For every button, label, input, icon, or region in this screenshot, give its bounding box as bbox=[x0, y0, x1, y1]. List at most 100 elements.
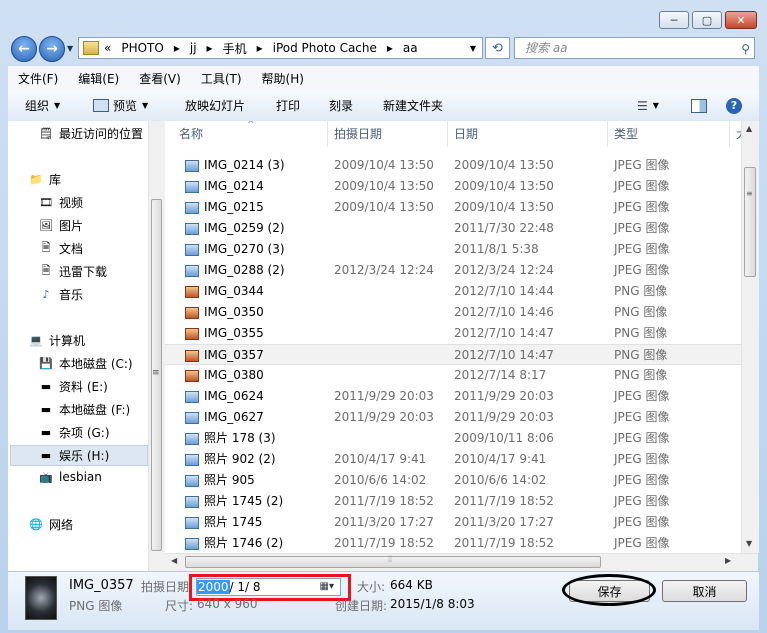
file-list-vertical-scrollbar[interactable]: ▲ ≡ ▼ bbox=[741, 121, 759, 553]
file-row[interactable]: 照片 905 2010/6/6 14:02 2010/6/6 14:02 JPEG 图… bbox=[165, 470, 741, 491]
menu-view[interactable]: 查看(V) bbox=[129, 70, 191, 87]
file-row[interactable]: IMG_0270 (3) 2011/8/1 5:38 JPEG 图像 bbox=[165, 239, 741, 260]
file-row[interactable]: IMG_0355 2012/7/10 14:47 PNG 图像 bbox=[165, 323, 741, 344]
file-row[interactable]: IMG_0288 (2) 2012/3/24 12:24 2012/3/24 12:… bbox=[165, 260, 741, 281]
cancel-button[interactable]: 取消 bbox=[662, 580, 747, 602]
preview-pane-button[interactable] bbox=[691, 98, 707, 113]
column-header-date[interactable]: 日期 bbox=[448, 121, 608, 147]
menu-tools[interactable]: 工具(T) bbox=[191, 70, 252, 87]
search-input[interactable]: 搜索 aa ⚲ bbox=[514, 37, 755, 59]
menu-help[interactable]: 帮助(H) bbox=[252, 70, 314, 87]
breadcrumb-separator[interactable]: ▸ bbox=[174, 41, 180, 55]
address-bar[interactable]: « PHOTO ▸ jj ▸ 手机 ▸ iPod Photo Cache ▸ a… bbox=[78, 37, 483, 59]
organize-button[interactable]: 组织 ▼ bbox=[25, 97, 60, 114]
breadcrumb-phone[interactable]: 手机 bbox=[223, 40, 247, 57]
help-button[interactable]: ? bbox=[726, 97, 742, 114]
address-dropdown-icon[interactable]: ▼ bbox=[470, 44, 476, 53]
view-options-button[interactable]: ☰ ▼ bbox=[637, 99, 659, 113]
burn-button[interactable]: 刻录 bbox=[329, 97, 353, 114]
recent-pages-dropdown[interactable]: ▼ bbox=[67, 44, 73, 53]
nav-lesbian[interactable]: 📺 lesbian bbox=[38, 470, 102, 484]
date-cell: 2012/7/10 14:44 bbox=[454, 284, 554, 298]
file-row[interactable]: 照片 1745 (2) 2011/7/19 18:52 2011/7/19 18:5… bbox=[165, 491, 741, 512]
column-header-date-taken[interactable]: 拍摄日期 bbox=[328, 121, 448, 147]
file-list-scroll-thumb[interactable] bbox=[744, 167, 756, 277]
nav-drive-e[interactable]: ▬ 资料 (E:) bbox=[38, 378, 108, 395]
nav-documents[interactable]: 🗎 文档 bbox=[38, 240, 83, 257]
print-button[interactable]: 打印 bbox=[276, 97, 300, 114]
breadcrumb-separator[interactable]: ▸ bbox=[207, 41, 213, 55]
forward-button[interactable]: → bbox=[39, 36, 65, 62]
search-icon[interactable]: ⚲ bbox=[741, 39, 750, 59]
file-row[interactable]: IMG_0214 2009/10/4 13:50 2009/10/4 13:50 JP… bbox=[165, 176, 741, 197]
breadcrumb-separator[interactable]: ▸ bbox=[257, 41, 263, 55]
type-cell: JPEG 图像 bbox=[614, 200, 670, 214]
maximize-button[interactable]: ▢ bbox=[692, 11, 722, 29]
scroll-right-icon[interactable]: ▶ bbox=[725, 556, 731, 565]
nav-videos[interactable]: 🎞 视频 bbox=[38, 194, 83, 211]
nav-thunder-downloads[interactable]: 🗎 迅雷下载 bbox=[38, 263, 107, 280]
column-header-type[interactable]: 类型 bbox=[608, 121, 730, 147]
scroll-up-icon[interactable]: ▲ bbox=[746, 124, 752, 133]
date-cell: 2012/7/10 14:46 bbox=[454, 305, 554, 319]
breadcrumb-jj[interactable]: jj bbox=[190, 41, 197, 55]
documents-icon: 🗎 bbox=[41, 241, 51, 254]
menu-file[interactable]: 文件(F) bbox=[8, 70, 68, 87]
file-row[interactable]: 照片 1745 2011/3/20 17:27 2011/3/20 17:27 JPE… bbox=[165, 512, 741, 533]
nav-libraries[interactable]: 📁 库 bbox=[28, 171, 61, 188]
back-button[interactable]: ← bbox=[11, 36, 37, 62]
file-name-cell: IMG_0344 bbox=[185, 281, 264, 302]
created-date-label: 创建日期: bbox=[335, 599, 388, 613]
menu-edit[interactable]: 编辑(E) bbox=[68, 70, 129, 87]
file-list-horizontal-scrollbar[interactable]: ◀ ⦙⦙ ▶ bbox=[165, 553, 758, 571]
breadcrumb-overflow[interactable]: « bbox=[104, 41, 111, 55]
new-folder-button[interactable]: 新建文件夹 bbox=[383, 97, 443, 114]
type-cell: JPEG 图像 bbox=[614, 389, 670, 403]
breadcrumb-ipod-photo-cache[interactable]: iPod Photo Cache bbox=[273, 41, 377, 55]
nav-recent-places[interactable]: 🗒 最近访问的位置 bbox=[38, 125, 143, 142]
nav-drive-f[interactable]: ▬ 本地磁盘 (F:) bbox=[38, 401, 130, 418]
column-header-size[interactable]: 大 bbox=[730, 121, 741, 147]
file-row[interactable]: IMG_0350 2012/7/10 14:46 PNG 图像 bbox=[165, 302, 741, 323]
file-row[interactable]: IMG_0624 2011/9/29 20:03 2011/9/29 20:03 JP… bbox=[165, 386, 741, 407]
file-row[interactable]: IMG_0344 2012/7/10 14:44 PNG 图像 bbox=[165, 281, 741, 302]
breadcrumb-separator[interactable]: ▸ bbox=[387, 41, 393, 55]
type-cell: JPEG 图像 bbox=[614, 410, 670, 424]
jpeg-image-icon bbox=[185, 180, 199, 193]
horizontal-scroll-thumb[interactable] bbox=[185, 556, 601, 568]
file-name-cell: IMG_0627 bbox=[185, 407, 264, 428]
nav-drive-h[interactable]: ▬ 娱乐 (H:) bbox=[10, 445, 148, 466]
date-cell: 2009/10/4 13:50 bbox=[454, 179, 554, 193]
breadcrumb-aa[interactable]: aa bbox=[403, 41, 418, 55]
nav-drive-c[interactable]: 💾 本地磁盘 (C:) bbox=[38, 355, 132, 372]
refresh-button[interactable]: ⟲ bbox=[485, 37, 510, 59]
scroll-down-icon[interactable]: ▼ bbox=[746, 539, 752, 548]
breadcrumb-photo[interactable]: PHOTO bbox=[121, 41, 163, 55]
file-row[interactable]: 照片 902 (2) 2010/4/17 9:41 2010/4/17 9:41 JP… bbox=[165, 449, 741, 470]
date-taken-cell: 2011/7/19 18:52 bbox=[334, 536, 434, 550]
file-row[interactable]: IMG_0380 2012/7/14 8:17 PNG 图像 bbox=[165, 365, 741, 386]
computer-icon: 💻 bbox=[29, 334, 43, 347]
scroll-left-icon[interactable]: ◀ bbox=[171, 556, 177, 565]
nav-network[interactable]: 🌐 网络 bbox=[28, 516, 73, 533]
file-row[interactable]: 照片 1746 (2) 2011/7/19 18:52 2011/7/19 18:5… bbox=[165, 533, 741, 553]
close-button[interactable]: ✕ bbox=[725, 11, 757, 29]
slideshow-button[interactable]: 放映幻灯片 bbox=[185, 97, 245, 114]
column-header-name[interactable]: 名称 ^ bbox=[165, 121, 328, 147]
nav-computer[interactable]: 💻 计算机 bbox=[28, 332, 85, 349]
nav-music[interactable]: ♪ 音乐 bbox=[38, 286, 83, 303]
navigation-pane-scrollbar[interactable]: ≡ bbox=[148, 121, 165, 571]
file-row[interactable]: IMG_0215 2009/10/4 13:50 2009/10/4 13:50 JP… bbox=[165, 197, 741, 218]
nav-pictures[interactable]: 🖼 图片 bbox=[38, 217, 83, 234]
file-row[interactable]: IMG_0214 (3) 2009/10/4 13:50 2009/10/4 13:… bbox=[165, 155, 741, 176]
minimize-button[interactable]: ─ bbox=[659, 11, 689, 29]
file-name-cell: 照片 902 (2) bbox=[185, 449, 276, 470]
file-row[interactable]: IMG_0259 (2) 2011/7/30 22:48 JPEG 图像 bbox=[165, 218, 741, 239]
nav-drive-g[interactable]: ▬ 杂项 (G:) bbox=[38, 424, 110, 441]
file-row[interactable]: IMG_0357 2012/7/10 14:47 PNG 图像 bbox=[165, 344, 741, 365]
file-row[interactable]: 照片 178 (3) 2009/10/11 8:06 JPEG 图像 bbox=[165, 428, 741, 449]
file-row[interactable]: IMG_0627 2011/9/29 20:03 2011/9/29 20:03 JP… bbox=[165, 407, 741, 428]
date-cell: 2010/4/17 9:41 bbox=[454, 452, 547, 466]
preview-button[interactable]: 预览 ▼ bbox=[93, 97, 148, 114]
date-taken-cell: 2009/10/4 13:50 bbox=[334, 200, 434, 214]
